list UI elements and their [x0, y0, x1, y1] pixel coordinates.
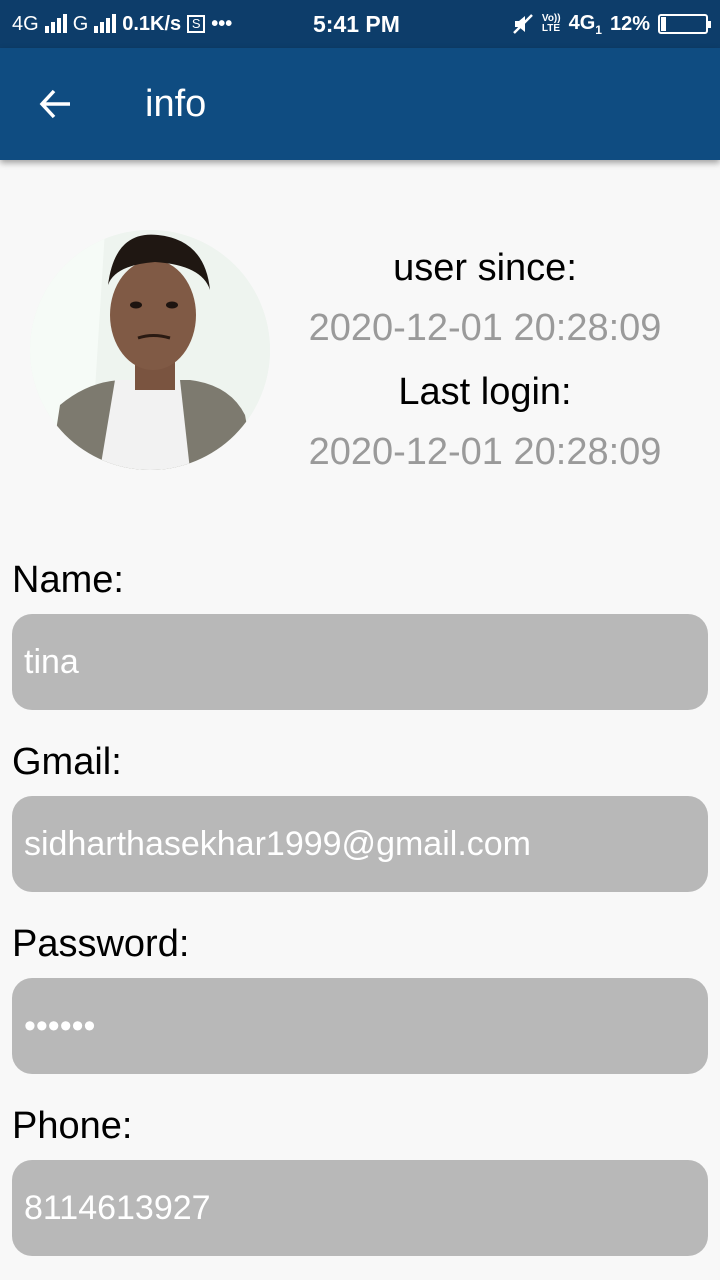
network-speed: 0.1K/s: [122, 12, 182, 35]
battery-icon: [658, 14, 711, 34]
profile-avatar[interactable]: [30, 230, 270, 470]
s-app-icon: S: [187, 15, 206, 33]
volte-icon: Vo)) LTE: [542, 14, 561, 34]
network-type-2: G: [72, 12, 89, 35]
clock: 5:41 PM: [313, 11, 400, 37]
signal-icon-2: [94, 14, 117, 33]
network-type-1: 4G: [12, 12, 39, 35]
avatar-image: [30, 230, 270, 470]
password-label: Password:: [12, 923, 190, 965]
status-bar: 4G G 0.1K/s S ••• 5:41 PM Vo)) LTE 4G1 1…: [0, 0, 720, 48]
battery-fill: [661, 17, 666, 31]
password-field[interactable]: ••••••: [12, 978, 708, 1074]
page-title: info: [145, 83, 207, 125]
status-left: 4G G 0.1K/s S •••: [12, 0, 232, 48]
status-right: Vo)) LTE 4G1 12%: [512, 0, 711, 48]
last-login-value: 2020-12-01 20:28:09: [308, 431, 662, 473]
back-button[interactable]: [32, 80, 80, 128]
name-field[interactable]: tina: [12, 614, 708, 710]
last-login-label: Last login:: [398, 371, 572, 413]
battery-percent: 12%: [609, 12, 650, 35]
signal-icon: [44, 14, 67, 33]
volte-bottom: LTE: [541, 23, 561, 34]
gmail-label: Gmail:: [12, 741, 122, 783]
account-info: user since: 2020-12-01 20:28:09 Last log…: [290, 240, 680, 488]
sim-slot: 1: [595, 22, 602, 37]
user-since-value: 2020-12-01 20:28:09: [308, 307, 662, 349]
mute-icon: [513, 14, 533, 34]
network-type-3-label: 4G: [568, 11, 596, 34]
phone-field[interactable]: 8114613927: [12, 1160, 708, 1256]
app-bar: info: [0, 48, 720, 160]
phone-label: Phone:: [12, 1105, 133, 1147]
gmail-field[interactable]: sidharthasekhar1999@gmail.com: [12, 796, 708, 892]
name-label: Name:: [12, 559, 124, 601]
user-since-label: user since:: [393, 247, 577, 289]
arrow-left-icon: [39, 89, 70, 119]
network-type-3: 4G1: [569, 12, 602, 37]
more-notifications-icon: •••: [211, 12, 233, 35]
